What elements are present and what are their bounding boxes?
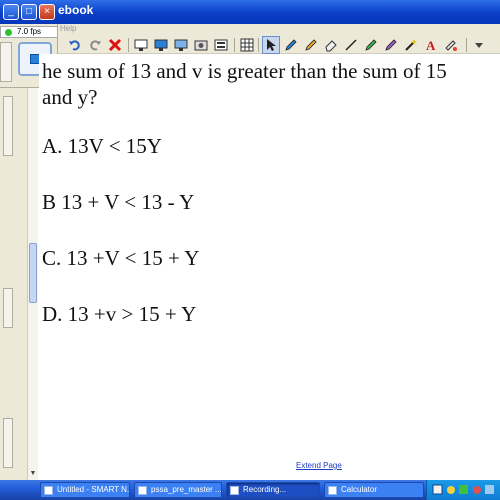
screen-shade-icon[interactable] [132,36,150,54]
svg-text:A: A [426,38,436,52]
side-tab-middle[interactable] [3,288,13,328]
undo-icon[interactable] [66,36,84,54]
toolbar: A [58,36,500,54]
pen-icon[interactable] [282,36,300,54]
shape-icon[interactable] [362,36,380,54]
taskbar-item-pssa[interactable]: pssa_pre_master ... [134,482,222,498]
taskbar-item-label: Calculator [341,485,378,494]
answer-option-b: B 13 + V < 13 - Y [42,190,195,214]
taskbar-item-label: pssa_pre_master ... [151,485,222,494]
redo-icon[interactable] [86,36,104,54]
answer-option-a: A. 13V < 15Y [42,134,162,158]
taskbar-item-label: Recording... [243,485,287,494]
taskbar-item-calculator[interactable]: Calculator [324,482,424,498]
menu-help[interactable]: Help [60,24,76,33]
notebook-icon [44,486,53,495]
scroll-down-icon[interactable]: ▼ [29,470,37,478]
calculator-icon [328,486,337,495]
recorder-side-strip [0,42,12,82]
system-tray [426,480,500,500]
extend-page-link[interactable]: Extend Page [296,461,342,470]
answer-option-c: C. 13 +V < 15 + Y [42,246,200,270]
eraser-icon[interactable] [322,36,340,54]
line-icon[interactable] [342,36,360,54]
display-icon[interactable] [172,36,190,54]
answer-option-d: D. 13 +v > 15 + Y [42,302,197,326]
display-icon[interactable] [152,36,170,54]
select-icon[interactable] [262,36,280,54]
text-icon[interactable]: A [422,36,440,54]
question-text: he sum of 13 and v is greater than the s… [42,59,447,109]
minimize-button[interactable]: _ [3,4,19,20]
menu-bar: Help [0,24,500,36]
magic-pen-icon[interactable] [402,36,420,54]
table-icon[interactable] [238,36,256,54]
side-panel-scrollbar[interactable]: ▼ [27,88,38,480]
recording-status-icon [5,29,12,36]
properties-icon[interactable] [442,36,460,54]
scrollbar-thumb[interactable] [29,243,37,303]
tray-icons[interactable] [427,480,497,500]
recording-icon [230,486,239,495]
camera-icon[interactable] [192,36,210,54]
side-tab-bottom[interactable] [3,418,13,468]
taskbar-item-recording[interactable]: Recording... [226,482,320,498]
title-bar: ebook _ □ × [0,0,500,24]
more-tools-icon[interactable] [470,36,488,54]
full-screen-icon[interactable] [212,36,230,54]
fps-label: 7.0 fps [17,27,42,36]
whiteboard-page[interactable]: he sum of 13 and v is greater than the s… [39,54,500,480]
taskbar-item-smart-notebook[interactable]: Untitled - SMART N... [40,482,130,498]
document-icon [138,486,147,495]
side-tab-top[interactable] [3,96,13,156]
window-title: ebook [58,3,94,17]
taskbar: Untitled - SMART N... pssa_pre_master ..… [0,480,500,500]
restore-button[interactable]: □ [21,4,37,20]
taskbar-item-label: Untitled - SMART N... [57,485,130,494]
fps-indicator: 7.0 fps [0,26,58,38]
creative-pen-icon[interactable] [302,36,320,54]
delete-icon[interactable] [106,36,124,54]
close-button[interactable]: × [39,4,55,20]
side-panel: ▼ [0,88,38,480]
fill-icon[interactable] [382,36,400,54]
